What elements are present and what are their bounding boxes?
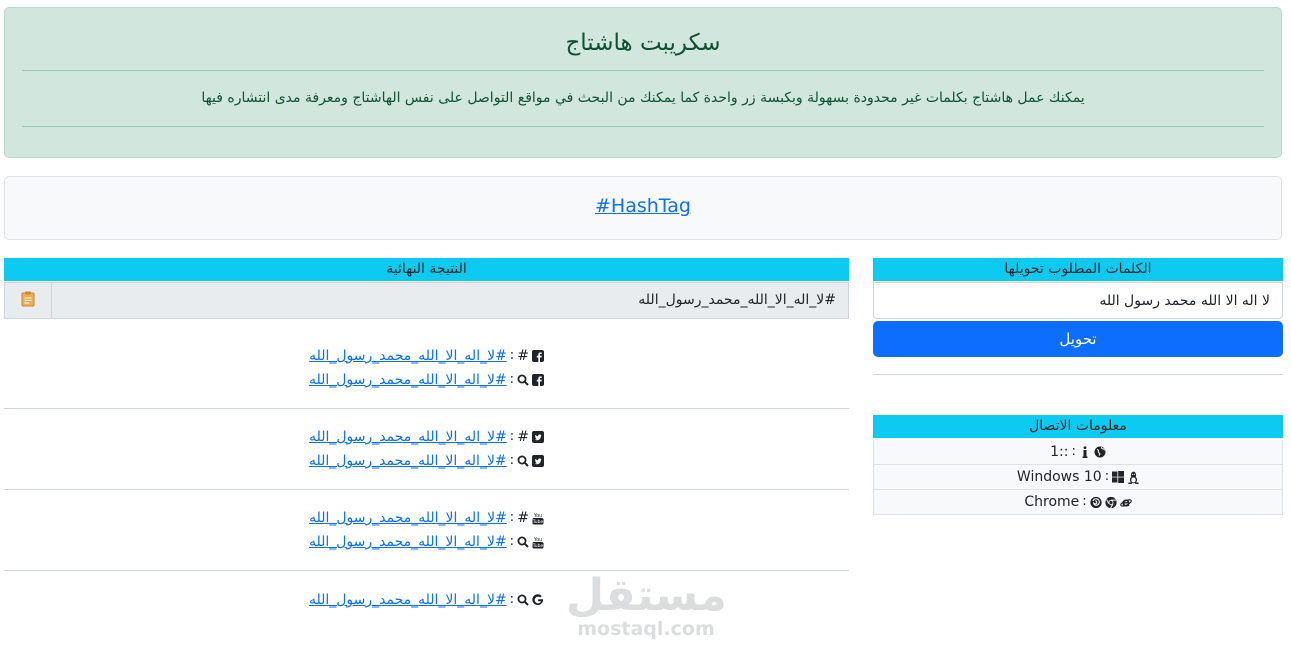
divider [873,374,1283,375]
ip-value: 1:: [1050,444,1069,460]
firefox-icon [1090,496,1102,508]
svg-text:Tube: Tube [532,543,544,549]
result-box: #لا_اله_الا_الله_محمد_رسول_الله [4,282,849,319]
facebook-hashtag-link[interactable]: #لا_اله_الا_الله_محمد_رسول_الله [309,346,507,366]
header-alert: سكريبت هاشتاج يمكنك عمل هاشتاج بكلمات غي… [4,7,1282,158]
hash-label: # [517,510,529,526]
twitter-search-line: #لا_اله_الا_الله_محمد_رسول_الله : [4,451,849,471]
hash-label: # [517,429,529,445]
youtube-icon: You Tube [532,536,544,549]
linux-icon [1127,471,1139,484]
info-ip-row: 1:: : [873,440,1283,465]
svg-text:Tube: Tube [532,519,544,525]
twitter-search-link[interactable]: #لا_اله_الا_الله_محمد_رسول_الله [309,451,507,471]
chrome-icon [1105,496,1117,508]
youtube-icon: You Tube [532,512,544,525]
os-value: Windows 10 [1016,469,1102,485]
twitter-icon [532,455,545,467]
google-icon [532,594,544,606]
twitter-hashtag-line: #لا_اله_الا_الله_محمد_رسول_الله : # [4,427,849,447]
search-icon [517,594,529,606]
hashtag-link[interactable]: #HashTag [5,195,1281,217]
youtube-search-line: #لا_اله_الا_الله_محمد_رسول_الله : You Tub… [308,532,544,552]
hash-label: # [517,348,529,364]
page-title: سكريبت هاشتاج [565,30,721,56]
google-search-link[interactable]: #لا_اله_الا_الله_محمد_رسول_الله [309,590,507,610]
windows-icon [1112,471,1125,483]
clipboard-icon [21,291,35,311]
watermark-arabic: مستقل [566,570,727,621]
divider [22,126,1264,127]
page-description: يمكنك عمل هاشتاج بكلمات غير محدودة بسهول… [201,90,1085,106]
search-icon [517,536,529,548]
youtube-hashtag-line: #لا_اله_الا_الله_محمد_رسول_الله : # You T… [309,508,544,528]
facebook-icon [531,350,544,362]
internet-explorer-icon: e [1119,496,1132,509]
divider [22,70,1264,71]
result-header: النتيجة النهائية [4,258,849,281]
result-value: #لا_اله_الا_الله_محمد_رسول_الله [638,292,836,308]
search-icon [517,374,529,386]
input-header: الكلمات المطلوب تحويلها [873,258,1283,281]
copy-button[interactable] [5,283,52,318]
words-input[interactable] [873,282,1283,319]
youtube-search-link[interactable]: #لا_اله_الا_الله_محمد_رسول_الله [309,532,507,552]
facebook-search-line: #لا_اله_الا_الله_محمد_رسول_الله : [4,370,849,390]
divider [4,408,849,409]
watermark-logo: مستقل mostaql.com [566,570,727,642]
facebook-hashtag-line: #لا_اله_الا_الله_محمد_رسول_الله : # [4,346,849,366]
convert-button[interactable]: تحويل [873,321,1283,357]
facebook-icon [532,374,545,386]
twitter-hashtag-link[interactable]: #لا_اله_الا_الله_محمد_رسول_الله [309,427,507,447]
hashtag-card: #HashTag [4,176,1282,240]
divider [4,489,849,490]
globe-icon [1094,446,1106,458]
info-header: معلومات الاتصال [873,415,1283,438]
watermark-latin: mostaql.com [577,618,715,640]
youtube-hashtag-link[interactable]: #لا_اله_الا_الله_محمد_رسول_الله [309,508,507,528]
browser-value: Chrome [1024,494,1080,510]
twitter-icon [531,431,544,443]
info-os-row: Windows 10 : [873,465,1283,490]
search-icon [517,455,529,467]
info-browser-row: Chrome : e [873,490,1283,515]
facebook-search-link[interactable]: #لا_اله_الا_الله_محمد_رسول_الله [309,370,507,390]
info-icon [1079,446,1091,458]
